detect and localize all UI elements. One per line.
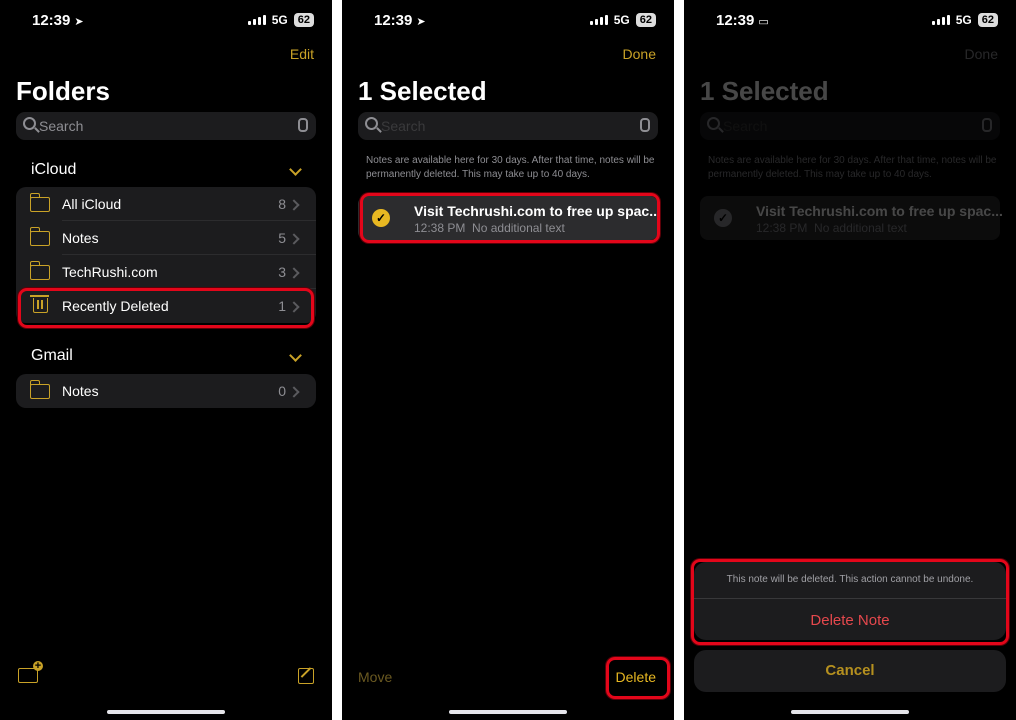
new-folder-icon[interactable] xyxy=(18,661,43,683)
search-input[interactable]: Search xyxy=(358,112,658,140)
network-label: 5G xyxy=(271,13,288,27)
folder-row-notes[interactable]: Notes 5 xyxy=(16,221,316,255)
location-arrow-icon: ➤ xyxy=(416,16,426,28)
home-indicator xyxy=(791,710,909,714)
folder-icon xyxy=(29,193,50,212)
search-icon xyxy=(23,117,36,130)
status-bar: 12:39 ➤ 5G 62 xyxy=(342,10,674,30)
note-preview: No additional text xyxy=(814,221,907,235)
status-time: 12:39 xyxy=(32,12,71,29)
folder-count: 8 xyxy=(278,196,286,212)
search-icon xyxy=(365,117,378,130)
folder-name: TechRushi.com xyxy=(62,264,158,280)
home-indicator xyxy=(449,710,567,714)
folder-icon xyxy=(29,261,50,280)
chevron-right-icon xyxy=(288,233,300,245)
status-bar: 12:39 ➤ 5G 62 xyxy=(0,10,332,30)
retention-info-text: Notes are available here for 30 days. Af… xyxy=(366,155,655,180)
search-placeholder: Search xyxy=(381,118,426,134)
search-icon xyxy=(707,117,720,130)
battery-icon: 62 xyxy=(977,13,998,27)
page-title: 1 Selected xyxy=(358,76,487,106)
page-title: 1 Selected xyxy=(700,76,829,106)
microphone-icon[interactable] xyxy=(640,118,650,132)
folder-icon xyxy=(29,380,50,399)
folder-name: Notes xyxy=(62,230,99,246)
cancel-button[interactable]: Cancel xyxy=(694,650,1006,692)
folder-row-all-icloud[interactable]: All iCloud 8 xyxy=(16,187,316,221)
highlight-box xyxy=(606,657,670,699)
signal-icon xyxy=(931,15,950,25)
folder-count: 5 xyxy=(278,230,286,246)
search-input: Search xyxy=(700,112,1000,140)
microphone-icon xyxy=(982,118,992,132)
move-button[interactable]: Move xyxy=(358,669,392,685)
highlight-box xyxy=(360,193,660,243)
search-input[interactable]: Search xyxy=(16,112,316,140)
highlight-box xyxy=(18,288,314,328)
note-row-selected: ✓ Visit Techrushi.com to free up spac...… xyxy=(700,196,1003,240)
status-time: 12:39 xyxy=(716,12,755,29)
folder-icon xyxy=(29,227,50,246)
done-button[interactable]: Done xyxy=(623,46,656,62)
delete-confirmation-screen: 12:39 ▭ 5G 62 Done 1 Selected Search Note… xyxy=(684,0,1016,720)
section-header-gmail[interactable]: Gmail xyxy=(31,347,73,365)
microphone-icon[interactable] xyxy=(298,118,308,132)
folder-row-techrushi[interactable]: TechRushi.com 3 xyxy=(16,255,316,289)
search-placeholder: Search xyxy=(39,118,84,134)
status-time: 12:39 xyxy=(374,12,413,29)
chevron-right-icon xyxy=(288,386,300,398)
gmail-folder-list: Notes 0 xyxy=(16,374,316,408)
folders-screen: 12:39 ➤ 5G 62 Edit Folders Search iCloud … xyxy=(0,0,332,720)
chevron-right-icon xyxy=(288,267,300,279)
section-header-icloud[interactable]: iCloud xyxy=(31,161,76,179)
screen-mirroring-icon: ▭ xyxy=(758,16,769,28)
edit-button[interactable]: Edit xyxy=(290,46,314,62)
chevron-down-icon[interactable] xyxy=(289,349,302,362)
battery-icon: 62 xyxy=(293,13,314,27)
network-label: 5G xyxy=(955,13,972,27)
folder-name: All iCloud xyxy=(62,196,122,212)
note-title: Visit Techrushi.com to free up spac... xyxy=(756,203,1003,219)
folder-count: 3 xyxy=(278,264,286,280)
location-arrow-icon: ➤ xyxy=(74,16,84,28)
folder-name: Notes xyxy=(62,383,99,399)
battery-icon: 62 xyxy=(635,13,656,27)
search-placeholder: Search xyxy=(723,118,768,134)
recently-deleted-select-screen: 12:39 ➤ 5G 62 Done 1 Selected Search Note… xyxy=(342,0,674,720)
done-button: Done xyxy=(964,46,998,62)
chevron-down-icon[interactable] xyxy=(289,163,302,176)
network-label: 5G xyxy=(613,13,630,27)
status-bar: 12:39 ▭ 5G 62 xyxy=(684,10,1016,30)
signal-icon xyxy=(589,15,608,25)
page-title: Folders xyxy=(16,76,110,106)
folder-row-gmail-notes[interactable]: Notes 0 xyxy=(16,374,316,408)
checkmark-icon: ✓ xyxy=(714,209,732,227)
compose-icon[interactable] xyxy=(298,668,314,684)
note-time: 12:38 PM xyxy=(756,221,808,235)
retention-info-text: Notes are available here for 30 days. Af… xyxy=(708,155,997,180)
signal-icon xyxy=(247,15,266,25)
chevron-right-icon xyxy=(288,199,300,211)
home-indicator xyxy=(107,710,225,714)
highlight-box xyxy=(691,559,1009,645)
folder-count: 0 xyxy=(278,383,286,399)
